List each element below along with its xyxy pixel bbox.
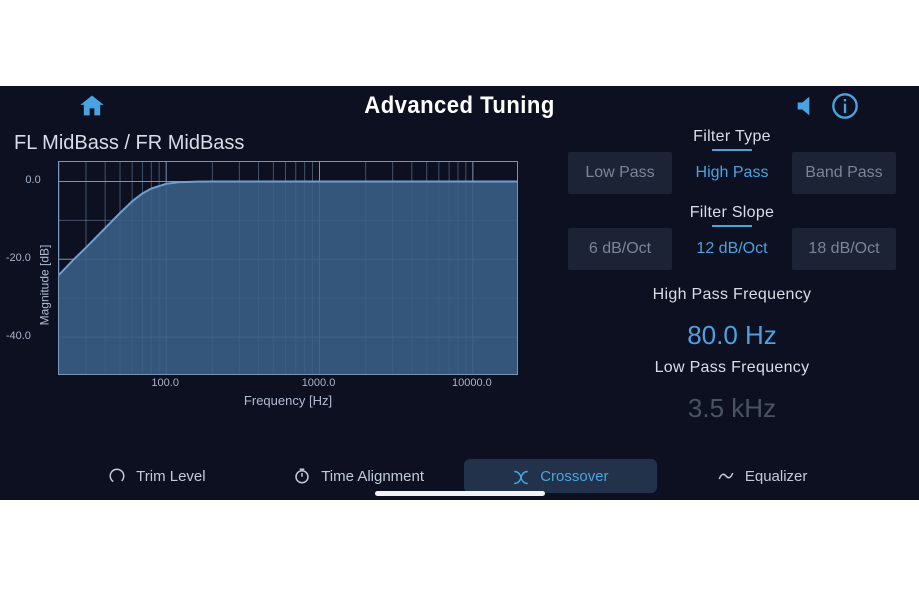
- low-pass-freq-label: Low Pass Frequency: [559, 357, 905, 383]
- chart-container: Magnitude [dB] 0.0 -20.0 -40.0 100.0 100…: [0, 161, 559, 408]
- equalizer-icon: [717, 467, 735, 485]
- stopwatch-icon: [293, 467, 311, 485]
- trim-icon: [108, 467, 126, 485]
- home-indicator[interactable]: [375, 491, 545, 496]
- info-icon[interactable]: [831, 92, 859, 120]
- controls-pane: Filter Type Low Pass High Pass Band Pass…: [559, 126, 919, 452]
- tab-label: Crossover: [540, 468, 608, 485]
- tab-time-alignment[interactable]: Time Alignment: [262, 459, 456, 493]
- volume-icon[interactable]: [793, 92, 821, 120]
- home-icon[interactable]: [78, 92, 106, 120]
- x-ticks: 100.0 1000.0 10000.0: [58, 375, 518, 391]
- filter-type-low-pass[interactable]: Low Pass: [568, 152, 672, 194]
- channel-label: FL MidBass / FR MidBass: [0, 126, 559, 161]
- tab-crossover[interactable]: Crossover: [464, 459, 658, 493]
- chart-pane: FL MidBass / FR MidBass Magnitude [dB] 0…: [0, 126, 559, 452]
- filter-response-chart[interactable]: [58, 161, 518, 375]
- tabbar: Trim Level Time Alignment Crossover Equa…: [0, 452, 919, 500]
- tab-equalizer[interactable]: Equalizer: [665, 459, 859, 493]
- filter-type-band-pass[interactable]: Band Pass: [792, 152, 896, 194]
- tab-label: Trim Level: [136, 468, 205, 485]
- crossover-icon: [512, 467, 530, 485]
- tab-trim-level[interactable]: Trim Level: [60, 459, 254, 493]
- y-tick: -20.0: [6, 252, 31, 264]
- high-pass-freq-value[interactable]: 80.0 Hz: [559, 310, 905, 357]
- y-tick: -40.0: [6, 330, 31, 342]
- tab-label: Equalizer: [745, 468, 808, 485]
- x-tick: 100.0: [151, 377, 179, 389]
- y-ticks: 0.0 -20.0 -40.0: [30, 161, 60, 375]
- high-pass-freq-label: High Pass Frequency: [559, 278, 905, 310]
- x-tick: 10000.0: [452, 377, 492, 389]
- header: Advanced Tuning: [0, 86, 919, 126]
- app-root: Advanced Tuning FL MidBass / FR MidBass …: [0, 86, 919, 500]
- low-pass-freq-value[interactable]: 3.5 kHz: [559, 383, 905, 430]
- x-axis-label: Frequency [Hz]: [58, 391, 518, 408]
- header-actions: [793, 92, 859, 120]
- page-title: Advanced Tuning: [364, 92, 554, 120]
- body: FL MidBass / FR MidBass Magnitude [dB] 0…: [0, 126, 919, 452]
- filter-slope-segmented: 6 dB/Oct 12 dB/Oct 18 dB/Oct: [559, 228, 905, 270]
- x-tick: 1000.0: [302, 377, 336, 389]
- filter-type-segmented: Low Pass High Pass Band Pass: [559, 152, 905, 194]
- filter-slope-18db[interactable]: 18 dB/Oct: [792, 228, 896, 270]
- y-tick: 0.0: [25, 174, 40, 186]
- filter-type-high-pass[interactable]: High Pass: [680, 152, 784, 194]
- tab-label: Time Alignment: [321, 468, 424, 485]
- filter-slope-12db[interactable]: 12 dB/Oct: [680, 228, 784, 270]
- filter-slope-6db[interactable]: 6 dB/Oct: [568, 228, 672, 270]
